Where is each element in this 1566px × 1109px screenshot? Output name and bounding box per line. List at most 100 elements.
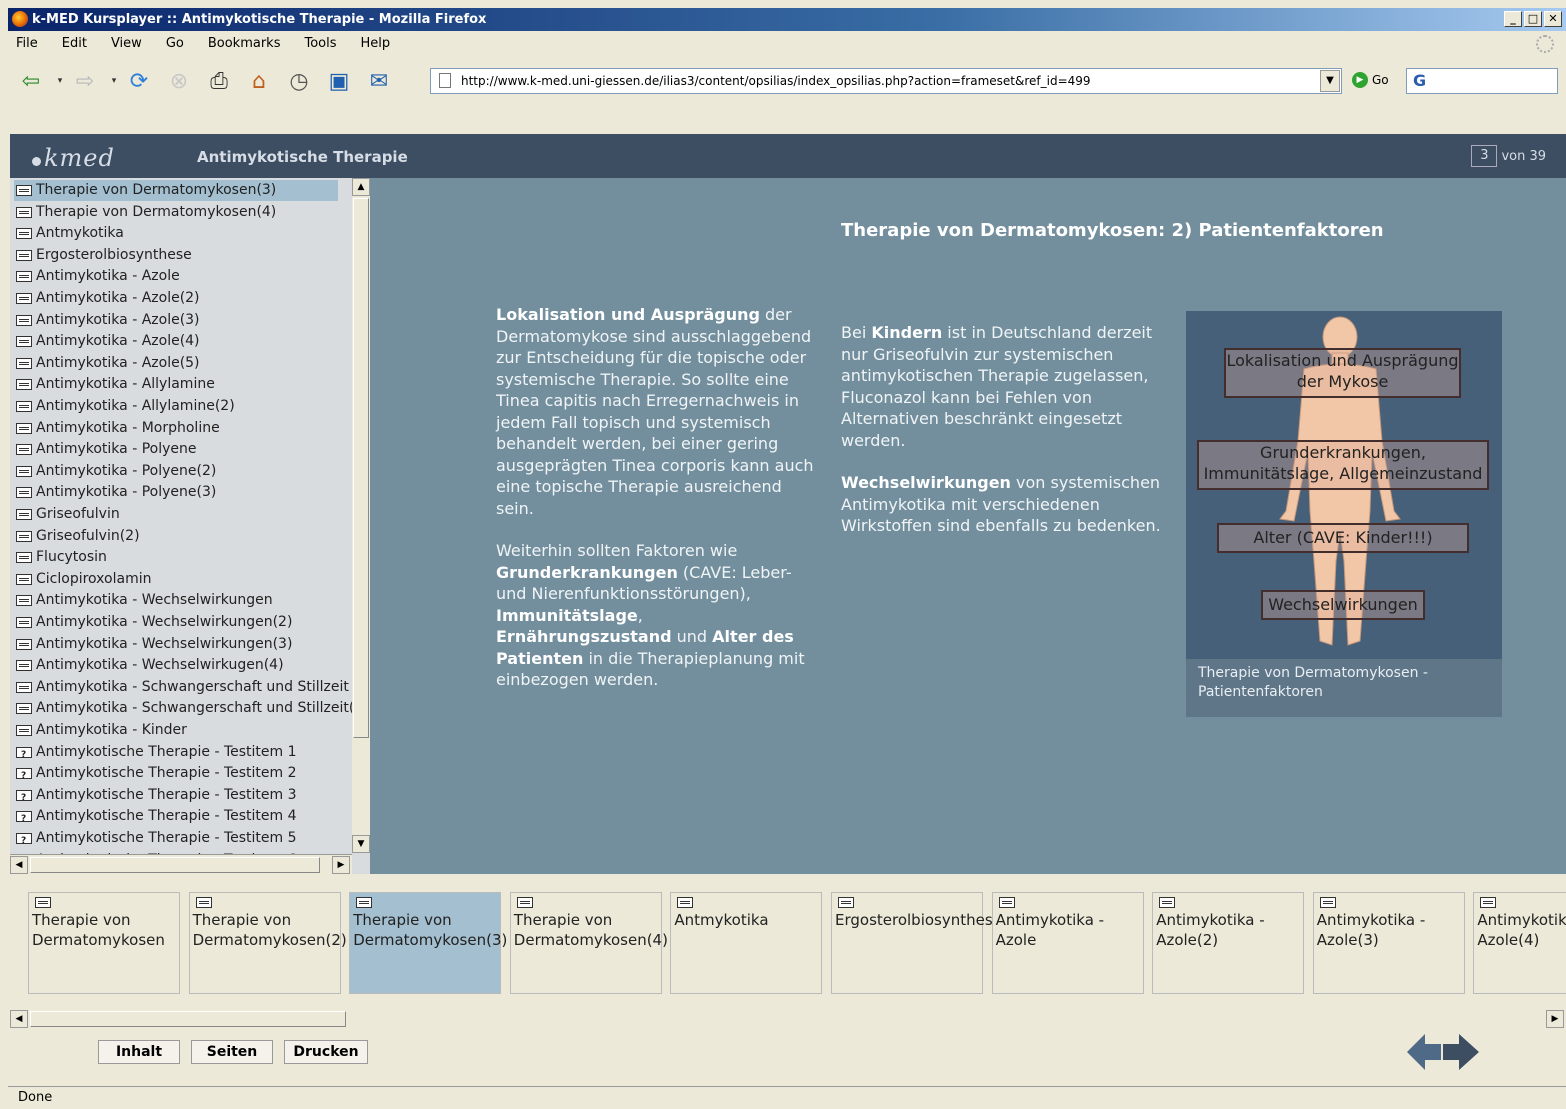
toc-item-label: Antimykotika - Polyene(2): [36, 462, 217, 479]
menu-edit[interactable]: Edit: [60, 36, 89, 51]
toc-item[interactable]: Antimykotische Therapie - Testitem 4: [14, 806, 354, 827]
page-thumbnail[interactable]: Therapie von Dermatomykosen: [28, 892, 180, 994]
text-bold: Wechselwirkungen: [841, 473, 1011, 492]
scroll-thumb[interactable]: [353, 198, 369, 738]
toc-item[interactable]: Antimykotika - Morpholine: [14, 418, 354, 439]
current-page-field[interactable]: 3: [1471, 145, 1498, 167]
reload-icon[interactable]: ⟳: [124, 66, 154, 96]
right-text-column: Bei Kindern ist in Deutschland derzeit n…: [841, 322, 1161, 558]
scroll-right-icon[interactable]: ▶: [1546, 1010, 1564, 1028]
scroll-thumb[interactable]: [30, 1011, 346, 1027]
go-icon: ▶: [1352, 72, 1368, 88]
toc-vertical-scrollbar[interactable]: ▲ ▼: [352, 178, 370, 853]
page-thumbnail[interactable]: Antimykotika - Azole(2): [1152, 892, 1305, 994]
menu-tools[interactable]: Tools: [302, 36, 338, 51]
home-icon[interactable]: ⌂: [244, 66, 274, 96]
toc-item[interactable]: Antimykotika - Polyene(3): [14, 482, 354, 503]
toc-item[interactable]: Antimykotika - Allylamine: [14, 374, 354, 395]
toc-item[interactable]: Therapie von Dermatomykosen(4): [14, 202, 354, 223]
toc-item[interactable]: Therapie von Dermatomykosen(3): [14, 180, 338, 201]
seiten-button[interactable]: Seiten: [191, 1040, 273, 1064]
toc-item[interactable]: Flucytosin: [14, 547, 354, 568]
page-icon: [516, 897, 533, 908]
send-page-icon[interactable]: ✉: [364, 66, 394, 96]
toc-item[interactable]: Griseofulvin: [14, 504, 354, 525]
toc-item-label: Antimykotika - Azole: [36, 268, 180, 285]
toc-item[interactable]: Antimykotische Therapie - Testitem 2: [14, 763, 354, 784]
forward-arrow-icon[interactable]: ⇨: [70, 66, 100, 96]
google-search-input[interactable]: G: [1406, 68, 1558, 94]
scroll-down-icon[interactable]: ▼: [352, 835, 370, 853]
toc-item[interactable]: Antimykotische Therapie - Testitem 5: [14, 828, 354, 849]
toc-item[interactable]: Antimykotika - Azole(2): [14, 288, 354, 309]
maximize-button[interactable]: □: [1524, 11, 1542, 27]
toc-item[interactable]: Antimykotika - Wechselwirkungen(2): [14, 612, 354, 633]
page-icon: [16, 530, 32, 542]
close-button[interactable]: ✕: [1544, 11, 1562, 27]
page-thumbnail[interactable]: Antimykotika - Azole(3): [1312, 892, 1465, 994]
scroll-right-icon[interactable]: ▶: [332, 856, 350, 874]
page-thumbnail[interactable]: Therapie von Dermatomykosen(4): [509, 892, 668, 994]
print-icon[interactable]: ⎙: [204, 66, 234, 96]
scroll-left-icon[interactable]: ◀: [10, 1010, 28, 1028]
toc-item[interactable]: Griseofulvin(2): [14, 526, 354, 547]
next-page-arrow-icon[interactable]: [1443, 1034, 1479, 1070]
toc-item[interactable]: Antimykotika - Azole(3): [14, 310, 354, 331]
new-tab-icon[interactable]: ▣: [324, 66, 354, 96]
toc-item[interactable]: Antimykotika - Schwangerschaft und Still…: [14, 677, 354, 698]
thumbnail-label: Therapie von Dermatomykosen: [32, 911, 165, 949]
course-title: Antimykotische Therapie: [197, 148, 408, 166]
forward-dropdown-icon[interactable]: ▾: [110, 66, 118, 96]
page-thumbnail[interactable]: Therapie von Dermatomykosen(3): [349, 892, 507, 994]
page-content: kmed Antimykotische Therapie 3 von 39 An…: [10, 134, 1566, 1086]
scroll-up-icon[interactable]: ▲: [352, 178, 370, 196]
toc-item[interactable]: Ergosterolbiosynthese: [14, 245, 354, 266]
history-icon[interactable]: ◷: [284, 66, 314, 96]
toc-item-label: Antimykotika - Azole(2): [36, 290, 200, 306]
back-arrow-icon[interactable]: ⇦: [16, 66, 46, 96]
toc-item-label: Antimykotika - Schwangerschaft und Still…: [36, 678, 349, 695]
url-dropdown-icon[interactable]: ▼: [1320, 70, 1340, 92]
toc-item[interactable]: Antmykotika: [14, 223, 354, 244]
go-button[interactable]: ▶ Go: [1352, 72, 1389, 88]
toc-item[interactable]: Antimykotika - Wechselwirkungen: [14, 590, 354, 611]
toc-item[interactable]: Antimykotika - Kinder: [14, 720, 354, 741]
toc-item[interactable]: Antimykotische Therapie - Testitem 3: [14, 785, 354, 806]
thumbnail-scrollbar[interactable]: ◀ ▶: [10, 1010, 1566, 1028]
toc-item[interactable]: Antimykotika - Azole(5): [14, 353, 354, 374]
toc-item[interactable]: Antimykotika - Wechselwirkugen(4): [14, 655, 354, 676]
menu-view[interactable]: View: [109, 36, 144, 51]
toc-item[interactable]: Antimykotika - Polyene: [14, 439, 354, 460]
drucken-button[interactable]: Drucken: [284, 1040, 368, 1064]
inhalt-button[interactable]: Inhalt: [98, 1040, 180, 1064]
toc-horizontal-scrollbar[interactable]: ◀ ▶: [10, 854, 352, 874]
toc-item-label: Ciclopiroxolamin: [36, 570, 152, 587]
toc-item[interactable]: Antimykotika - Azole: [14, 266, 354, 287]
previous-page-arrow-icon[interactable]: [1407, 1034, 1441, 1070]
toc-item[interactable]: Antimykotika - Allylamine(2): [14, 396, 354, 417]
menu-help[interactable]: Help: [359, 36, 393, 51]
toc-item[interactable]: Antimykotika - Schwangerschaft und Still…: [14, 698, 354, 719]
menu-bookmarks[interactable]: Bookmarks: [206, 36, 283, 51]
back-dropdown-icon[interactable]: ▾: [56, 66, 64, 96]
figure-caption: Therapie von Dermatomykosen - Patientenf…: [1186, 659, 1502, 717]
page-thumbnail[interactable]: Ergosterolbiosynthese: [831, 892, 1002, 994]
scroll-thumb[interactable]: [30, 857, 320, 873]
page-thumbnail[interactable]: Antmykotika: [670, 892, 823, 994]
toc-item[interactable]: Antimykotika - Wechselwirkungen(3): [14, 634, 354, 655]
url-field[interactable]: http://www.k-med.uni-giessen.de/ilias3/c…: [430, 68, 1342, 94]
scroll-left-icon[interactable]: ◀: [10, 856, 28, 874]
page-thumbnail[interactable]: Antimykotika - Azole: [991, 892, 1144, 994]
toc-item-label: Antimykotika - Azole(5): [36, 354, 200, 371]
menu-go[interactable]: Go: [164, 36, 186, 51]
toc-item[interactable]: Antimykotika - Azole(4): [14, 331, 354, 352]
page-thumbnail[interactable]: Antimykotika Azole(4): [1473, 892, 1566, 994]
toc-item[interactable]: Ciclopiroxolamin: [14, 569, 354, 590]
toc-item[interactable]: Antimykotische Therapie - Testitem 1: [14, 742, 354, 763]
text-bold: Immunitätslage: [496, 605, 638, 625]
toc-item[interactable]: Antimykotika - Polyene(2): [14, 461, 354, 482]
stop-icon[interactable]: ⊗: [164, 66, 194, 96]
minimize-button[interactable]: _: [1504, 11, 1522, 27]
menu-file[interactable]: File: [14, 36, 40, 51]
page-thumbnail[interactable]: Therapie von Dermatomykosen(2): [188, 892, 347, 994]
